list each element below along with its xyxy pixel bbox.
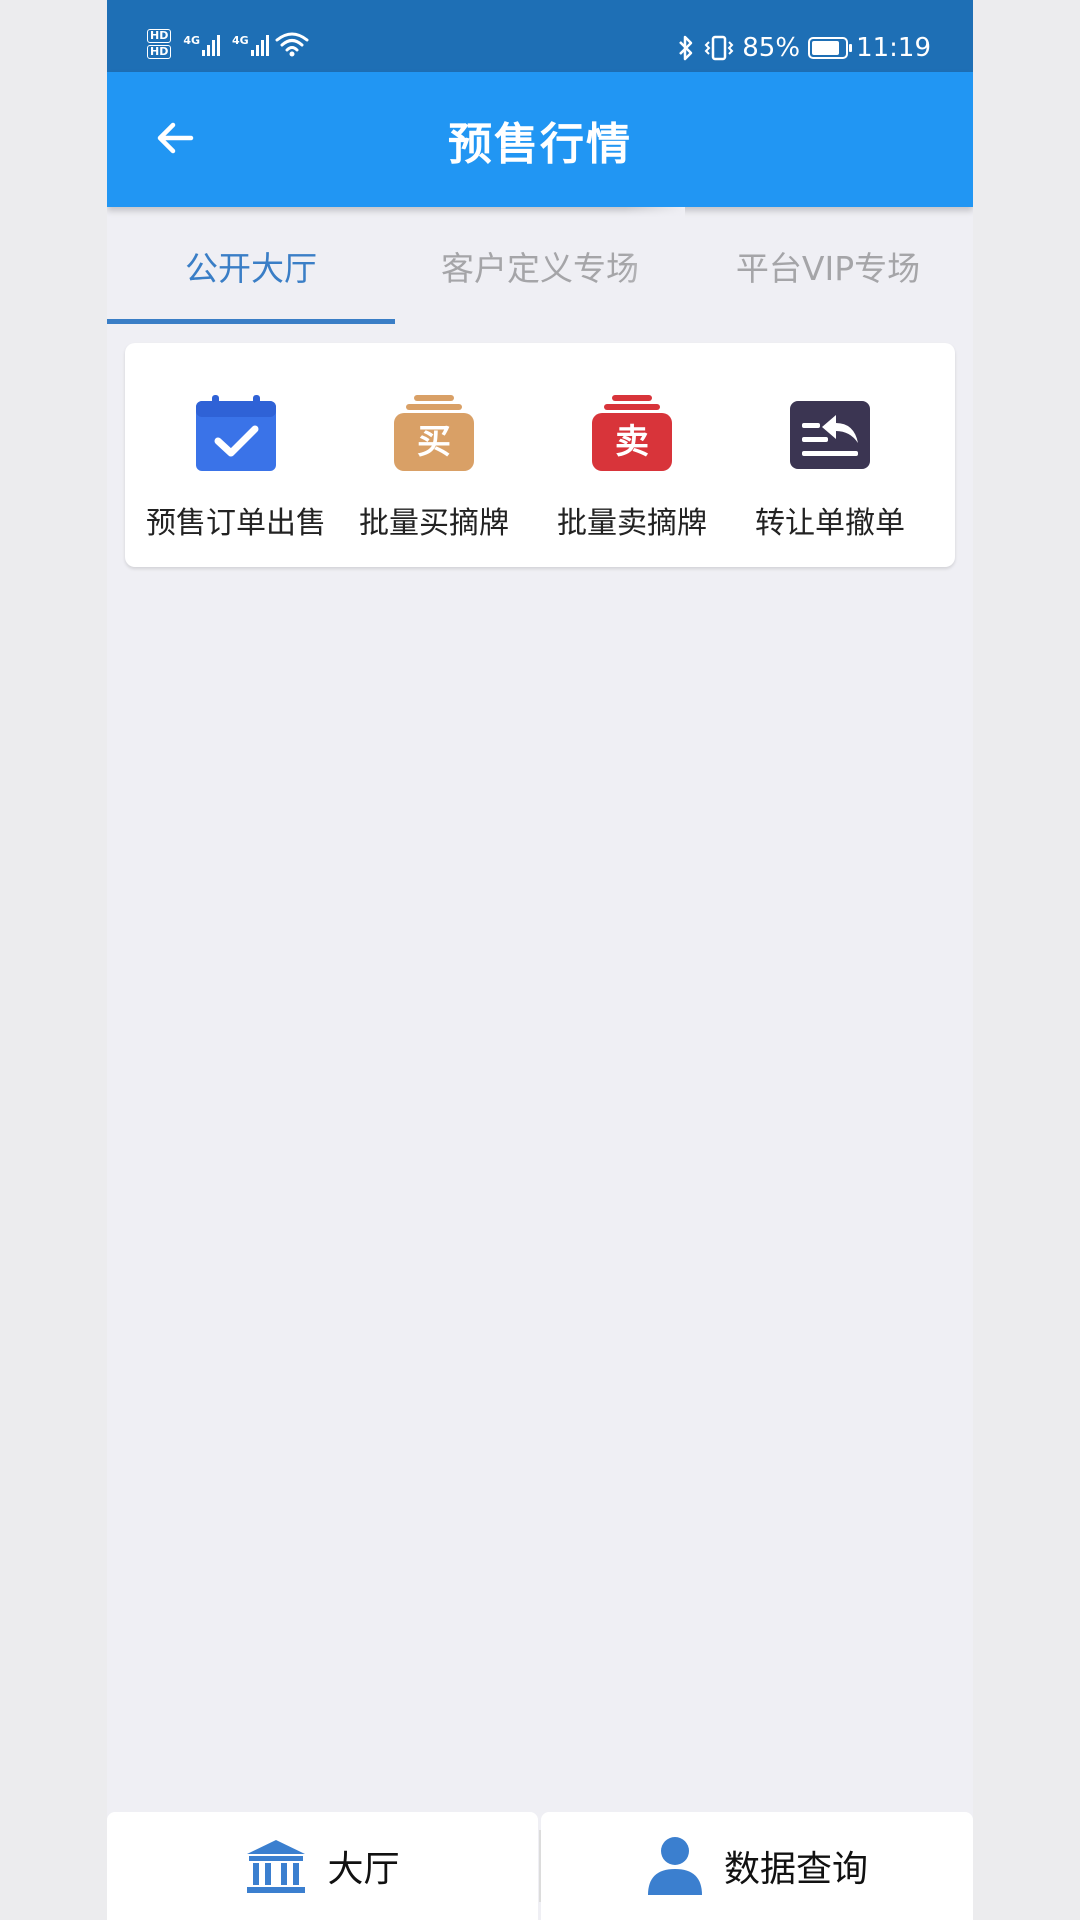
action-label: 批量卖摘牌 (557, 506, 707, 541)
wifi-icon (275, 32, 309, 57)
vibrate-icon (704, 35, 734, 61)
network-type-1: 4G (183, 34, 201, 47)
action-label: 批量买摘牌 (359, 506, 509, 541)
action-batch-sell[interactable]: 卖 批量卖摘牌 (533, 343, 731, 567)
bank-icon (247, 1840, 306, 1893)
battery-percent: 85% (742, 33, 801, 63)
signal-bars-icon (250, 32, 269, 56)
revoke-icon (790, 401, 870, 469)
page-title: 预售行情 (448, 118, 632, 170)
back-button[interactable] (147, 110, 203, 166)
calendar-check-icon (196, 395, 276, 471)
hd-badges: HD HD (147, 29, 172, 59)
nav-label: 大厅 (327, 1849, 400, 1890)
status-bar: HD HD 4G 4G 85% 11:19 (107, 0, 973, 72)
hd-badge-2: HD (147, 45, 172, 59)
signal-bars-icon (202, 32, 221, 56)
nav-data-query[interactable]: 数据查询 (541, 1812, 973, 1920)
cellular-signal-2: 4G (232, 32, 269, 56)
nav-hall[interactable]: 大厅 (107, 1812, 538, 1920)
buy-stamp-icon: 买 (394, 395, 474, 471)
tab-bar: 公开大厅 客户定义专场 平台VIP专场 (107, 207, 973, 325)
sell-stamp-icon: 卖 (592, 395, 672, 471)
network-type-2: 4G (232, 34, 249, 47)
cellular-signal-1: 4G (183, 32, 221, 56)
nav-label: 数据查询 (723, 1849, 868, 1890)
status-left: HD HD 4G 4G (147, 24, 309, 64)
buy-glyph: 买 (417, 422, 451, 462)
tab-customer-defined[interactable]: 客户定义专场 (395, 207, 683, 325)
bottom-nav: 大厅 数据查询 (107, 1812, 973, 1920)
action-label: 预售订单出售 (146, 506, 326, 541)
tab-indicator (107, 319, 395, 324)
action-card: 预售订单出售 买 批量买摘牌 卖 批量卖摘牌 转让单撤单 (125, 343, 955, 567)
arrow-left-icon (157, 122, 194, 154)
battery-icon (808, 37, 853, 59)
action-batch-buy[interactable]: 买 批量买摘牌 (335, 343, 533, 567)
action-revoke-transfer[interactable]: 转让单撤单 (731, 343, 929, 567)
bluetooth-icon (679, 35, 693, 61)
tab-public-hall[interactable]: 公开大厅 (107, 207, 395, 325)
status-right: 85% 11:19 (676, 28, 931, 68)
tab-platform-vip[interactable]: 平台VIP专场 (683, 207, 973, 325)
user-icon (647, 1837, 702, 1895)
action-presale-order-sell[interactable]: 预售订单出售 (137, 343, 335, 567)
hd-badge-1: HD (147, 29, 172, 43)
clock: 11:19 (856, 33, 931, 63)
action-label: 转让单撤单 (755, 506, 905, 541)
sell-glyph: 卖 (615, 422, 649, 462)
app-bar: 预售行情 (107, 72, 973, 207)
battery-fill (812, 41, 840, 55)
phone-screen: HD HD 4G 4G 85% 11:19 预售行情 公开大厅 客户定义专场 平… (107, 0, 973, 1920)
